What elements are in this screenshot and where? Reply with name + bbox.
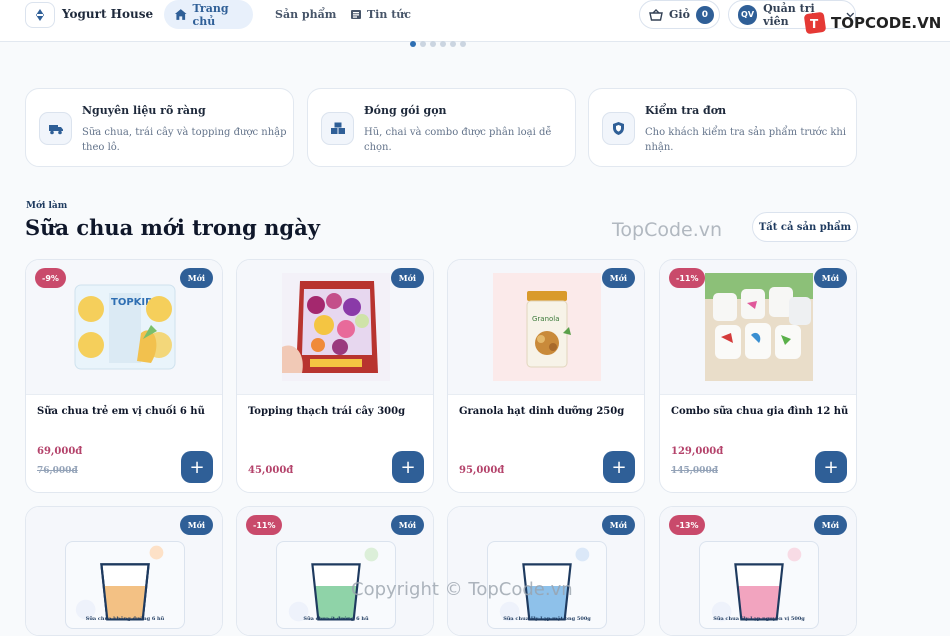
yogurt-jars-combo-image <box>705 273 813 381</box>
add-to-cart-button[interactable]: + <box>181 451 213 483</box>
new-badge: Mới <box>179 515 213 535</box>
carousel-dot[interactable] <box>460 41 466 47</box>
new-badge: Mới <box>179 268 213 288</box>
product-name[interactable]: Combo sữa chua gia đình 12 hũ <box>671 406 848 417</box>
new-badge: Mới <box>390 515 424 535</box>
product-price: 95,000đ <box>459 465 505 476</box>
card-divider <box>448 394 644 395</box>
feature-card-packaging: Đóng gói gọn Hũ, chai và combo được phân… <box>307 88 576 167</box>
new-badge: Mới <box>813 268 847 288</box>
product-name[interactable]: Granola hạt dinh dưỡng 250g <box>459 406 624 417</box>
shield-icon <box>602 112 635 145</box>
nav-home[interactable]: Trang chủ <box>164 0 253 29</box>
boxes-icon <box>321 112 354 145</box>
new-badge: Mới <box>813 515 847 535</box>
feature-description: Hũ, chai và combo được phân loại dễ chọn… <box>364 127 552 153</box>
feature-card-order-check: Kiểm tra đơn Cho khách kiểm tra sản phẩm… <box>588 88 857 167</box>
product-price: 69,000đ <box>37 446 83 457</box>
svg-text:T: T <box>810 17 819 31</box>
yogurt-cup-illustration: Sữa chua không đường 6 hũ <box>65 541 185 629</box>
add-to-cart-button[interactable]: + <box>603 451 635 483</box>
discount-badge: -11% <box>246 515 283 535</box>
topcode-watermark-logo: T TOPCODE.VN <box>803 11 941 35</box>
feature-title: Đóng gói gọn <box>364 104 447 117</box>
copyright-watermark: Copyright © TopCode.vn <box>351 579 573 600</box>
product-card[interactable]: Sữa chua Hy Lạp mật ong 500g Mới <box>447 506 645 636</box>
carousel-dot[interactable] <box>410 41 416 47</box>
granola-jar-image: Granola <box>493 273 601 381</box>
nav-home-label: Trang chủ <box>192 1 229 28</box>
feature-description: Cho khách kiểm tra sản phẩm trước khi nh… <box>645 127 847 153</box>
cup-label: Sữa chua không đường 6 hũ <box>85 616 165 622</box>
nav-products[interactable]: Sản phẩm <box>275 8 336 21</box>
product-card[interactable]: -11% Mới Combo sữa chua gia đình 12 hũ 1… <box>659 259 857 493</box>
all-products-button[interactable]: Tất cả sản phẩm <box>752 212 858 242</box>
cup-label: Sữa chua Hy Lạp nguyên vị 500g <box>713 616 805 622</box>
yogurt-cup-illustration: Sữa chua Hy Lạp nguyên vị 500g <box>699 541 819 629</box>
cart-count-badge: 0 <box>695 5 714 24</box>
product-card[interactable]: Mới Topping thạch trái cây 300g 45,000đ … <box>236 259 434 493</box>
basket-icon <box>649 8 663 21</box>
yogurt-pack-image: TOPKID <box>74 284 176 370</box>
truck-icon <box>39 112 72 145</box>
product-card[interactable]: Sữa chua không đường 6 hũ Mới <box>25 506 223 636</box>
product-card[interactable]: TOPKID -9% Mới Sữa chua trẻ em vị chuối … <box>25 259 223 493</box>
product-card[interactable]: Granola Mới Granola hạt dinh dưỡng 250g … <box>447 259 645 493</box>
yogurt-drop-icon <box>36 9 44 21</box>
fruit-jelly-bag-image <box>282 273 390 381</box>
product-name[interactable]: Topping thạch trái cây 300g <box>248 406 405 417</box>
feature-title: Kiểm tra đơn <box>645 104 727 117</box>
feature-card-ingredients: Nguyên liệu rõ ràng Sữa chua, trái cây v… <box>25 88 294 167</box>
carousel-dot[interactable] <box>440 41 446 47</box>
topcode-logo-icon: T <box>804 12 826 34</box>
product-card[interactable]: Sữa chua ít đường 6 hũ -11% Mới <box>236 506 434 636</box>
feature-description: Sữa chua, trái cây và topping được nhập … <box>82 127 287 153</box>
cup-label: Sữa chua Hy Lạp mật ong 500g <box>503 616 591 622</box>
home-icon <box>174 9 187 20</box>
discount-badge: -13% <box>669 515 706 535</box>
carousel-dot[interactable] <box>420 41 426 47</box>
product-card[interactable]: Sữa chua Hy Lạp nguyên vị 500g -13% Mới <box>659 506 857 636</box>
section-title: Sữa chua mới trong ngày <box>25 215 320 240</box>
carousel-dots <box>410 41 466 47</box>
discount-badge: -9% <box>35 268 66 288</box>
topcode-watermark-text: TopCode.vn <box>612 219 723 241</box>
nav-news-label: Tin tức <box>367 8 411 21</box>
carousel-dot[interactable] <box>430 41 436 47</box>
cart-button[interactable]: Giỏ 0 <box>639 0 720 29</box>
cup-label: Sữa chua ít đường 6 hũ <box>303 616 369 622</box>
section-eyebrow: Mới làm <box>26 201 68 211</box>
topcode-watermark-text: TOPCODE.VN <box>831 14 942 32</box>
card-divider <box>237 394 433 395</box>
cart-label: Giỏ <box>669 8 690 21</box>
discount-badge: -11% <box>669 268 706 288</box>
product-price: 129,000đ <box>671 446 724 457</box>
svg-text:Granola: Granola <box>532 315 560 323</box>
brand-name[interactable]: Yogurt House <box>62 7 153 21</box>
card-divider <box>660 394 856 395</box>
product-name[interactable]: Sữa chua trẻ em vị chuối 6 hũ <box>37 406 205 417</box>
product-old-price: 76,000đ <box>37 466 78 476</box>
product-old-price: 145,000đ <box>671 466 718 476</box>
new-badge: Mới <box>601 515 635 535</box>
product-price: 45,000đ <box>248 465 294 476</box>
carousel-dot[interactable] <box>450 41 456 47</box>
brand-logo[interactable] <box>25 2 55 28</box>
feature-title: Nguyên liệu rõ ràng <box>82 104 206 117</box>
card-divider <box>26 394 222 395</box>
top-navbar: Yogurt House Trang chủ Sản phẩm Tin tức … <box>0 0 950 42</box>
nav-news[interactable]: Tin tức <box>350 8 411 21</box>
newspaper-icon <box>351 10 361 19</box>
add-to-cart-button[interactable]: + <box>815 451 847 483</box>
new-badge: Mới <box>390 268 424 288</box>
avatar: QV <box>738 4 758 25</box>
new-badge: Mới <box>601 268 635 288</box>
add-to-cart-button[interactable]: + <box>392 451 424 483</box>
